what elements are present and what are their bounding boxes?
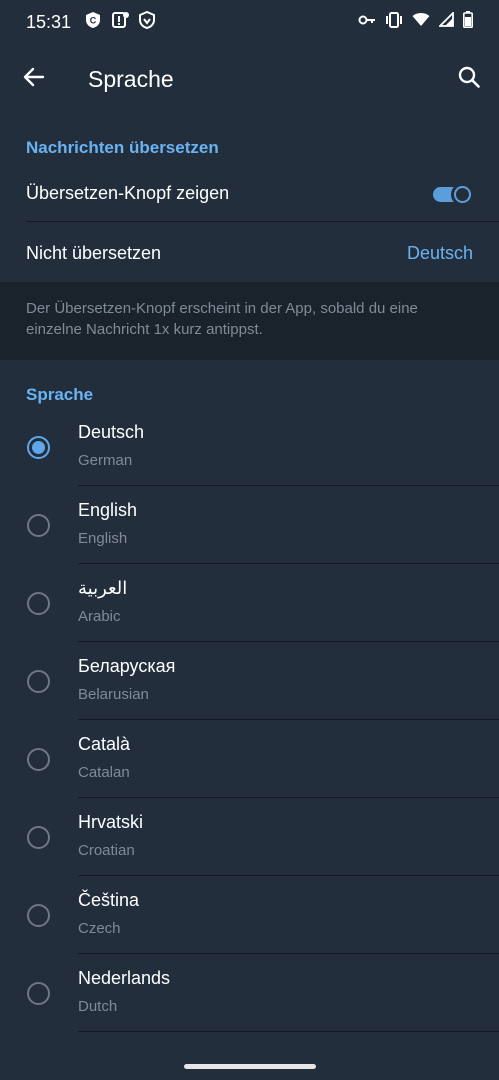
- radio-unselected[interactable]: [27, 514, 50, 537]
- language-subtitle: Czech: [78, 920, 121, 937]
- radio-selected[interactable]: [27, 436, 50, 459]
- radio-unselected[interactable]: [27, 592, 50, 615]
- toggle-thumb: [451, 183, 474, 206]
- translate-section: Nachrichten übersetzen Übersetzen-Knopf …: [0, 114, 499, 282]
- info-box: Der Übersetzen-Knopf erscheint in der Ap…: [0, 282, 499, 360]
- do-not-translate-label: Nicht übersetzen: [26, 243, 162, 263]
- language-item[interactable]: Català Catalan: [0, 720, 499, 798]
- do-not-translate-value: Deutsch: [406, 243, 473, 263]
- show-translate-button-row[interactable]: Übersetzen-Knopf zeigen: [0, 166, 499, 222]
- language-section: Sprache Deutsch German English English العرب…: [0, 360, 499, 1080]
- search-icon: [458, 66, 480, 93]
- language-subtitle: Catalan: [78, 764, 130, 781]
- language-name: العربية: [78, 578, 128, 598]
- svg-text:C: C: [90, 15, 97, 25]
- key-icon: [358, 13, 376, 32]
- sim-alert-icon: [111, 11, 130, 34]
- status-bar: 15:31 C: [0, 0, 499, 44]
- language-subtitle: Dutch: [78, 998, 118, 1015]
- language-subtitle: Arabic: [78, 608, 121, 625]
- home-handle[interactable]: [184, 1064, 316, 1069]
- language-subtitle: English: [78, 530, 128, 547]
- radio-unselected[interactable]: [27, 826, 50, 849]
- section-header-language: Sprache: [26, 385, 94, 404]
- show-translate-toggle[interactable]: [431, 183, 474, 206]
- radio-unselected[interactable]: [27, 982, 50, 1005]
- language-name: Català: [78, 734, 131, 754]
- arrow-back-icon: [23, 66, 45, 93]
- info-text: Der Übersetzen-Knopf erscheint in der Ap…: [26, 300, 418, 338]
- language-subtitle: German: [78, 452, 133, 469]
- battery-icon: [463, 11, 473, 33]
- language-item[interactable]: Беларуская Belarusian: [0, 642, 499, 720]
- status-right-icons: [358, 10, 473, 33]
- language-name: English: [78, 500, 138, 520]
- navigation-bar: [0, 1050, 499, 1080]
- language-name: Nederlands: [78, 968, 171, 988]
- vibrate-icon: [385, 11, 403, 33]
- divider: [78, 1031, 499, 1032]
- language-name: Беларуская: [78, 656, 176, 676]
- language-name: Hrvatski: [78, 812, 144, 832]
- language-name: Deutsch: [78, 422, 145, 442]
- radio-unselected[interactable]: [27, 670, 50, 693]
- page-title: Sprache: [88, 65, 174, 92]
- vpn-shield-icon: [139, 10, 156, 34]
- app-bar: Sprache: [0, 44, 499, 114]
- status-left-icons: C: [85, 10, 156, 34]
- section-header-translate: Nachrichten übersetzen: [26, 138, 219, 157]
- language-name: Čeština: [78, 890, 140, 910]
- back-button[interactable]: [0, 44, 68, 114]
- language-subtitle: Croatian: [78, 842, 135, 859]
- language-item[interactable]: English English: [0, 486, 499, 564]
- do-not-translate-row[interactable]: Nicht übersetzen Deutsch: [0, 222, 499, 282]
- status-time: 15:31: [26, 11, 72, 32]
- language-item[interactable]: Deutsch German: [0, 408, 499, 486]
- language-subtitle: Belarusian: [78, 686, 149, 703]
- signal-icon: [437, 10, 454, 32]
- search-button[interactable]: [439, 44, 499, 114]
- radio-unselected[interactable]: [27, 748, 50, 771]
- language-item[interactable]: Čeština Czech: [0, 876, 499, 954]
- language-item[interactable]: Hrvatski Croatian: [0, 798, 499, 876]
- language-item[interactable]: العربية Arabic: [0, 564, 499, 642]
- radio-unselected[interactable]: [27, 904, 50, 927]
- wifi-icon: [412, 12, 430, 32]
- shield-c-icon: C: [85, 11, 101, 34]
- show-translate-button-label: Übersetzen-Knopf zeigen: [26, 183, 230, 203]
- language-item[interactable]: Nederlands Dutch: [0, 954, 499, 1032]
